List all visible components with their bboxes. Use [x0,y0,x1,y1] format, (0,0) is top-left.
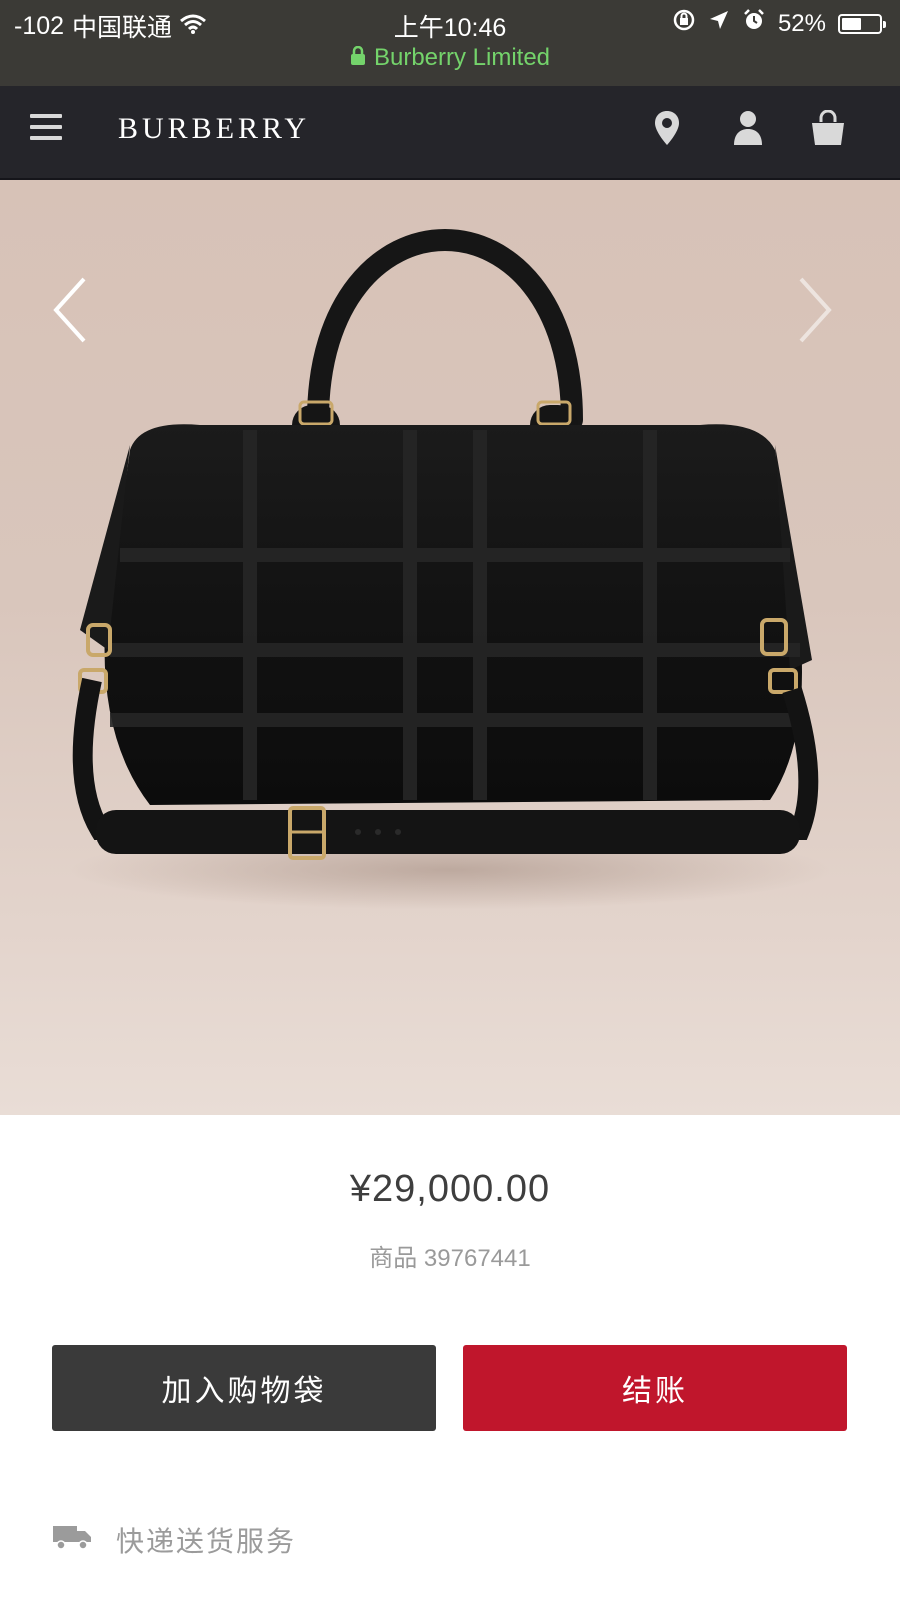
page-title-text: Burberry Limited [373,44,551,71]
battery-tip [883,20,886,28]
delivery-service-label: 快递送货服务 [116,1526,297,1557]
add-to-bag-button[interactable]: 加入购物袋 [52,1345,436,1431]
account-icon[interactable] [733,110,763,151]
carousel-next-icon[interactable] [795,275,835,350]
product-price: ¥29,000.00 [349,1168,551,1210]
delivery-service-link[interactable]: 快递送货服务 [52,1520,296,1560]
status-bar: -102 中国联通 上午10:46 52% Burberry Limited [0,0,900,86]
site-header: BURBERRY [0,86,900,180]
secure-lock-icon [350,45,366,73]
product-image-carousel[interactable] [0,180,900,1115]
battery-percent: 52% [777,9,826,37]
battery-level [842,17,861,30]
page-title-bar[interactable]: Burberry Limited [0,44,900,73]
menu-icon[interactable] [30,114,62,144]
status-right: 52% [672,8,886,39]
product-image [70,229,830,910]
location-pin-icon[interactable] [654,110,680,151]
location-arrow-icon [708,9,730,38]
carousel-prev-icon[interactable] [50,275,90,350]
checkout-button[interactable]: 结账 [463,1345,847,1431]
alarm-icon [742,8,766,39]
battery-icon [838,13,886,34]
rotation-lock-icon [672,8,696,39]
brand-logo[interactable]: BURBERRY [118,112,310,146]
shopping-bag-icon[interactable] [810,109,846,151]
product-sku: 商品 39767441 [369,1245,531,1272]
delivery-truck-icon [52,1524,92,1557]
